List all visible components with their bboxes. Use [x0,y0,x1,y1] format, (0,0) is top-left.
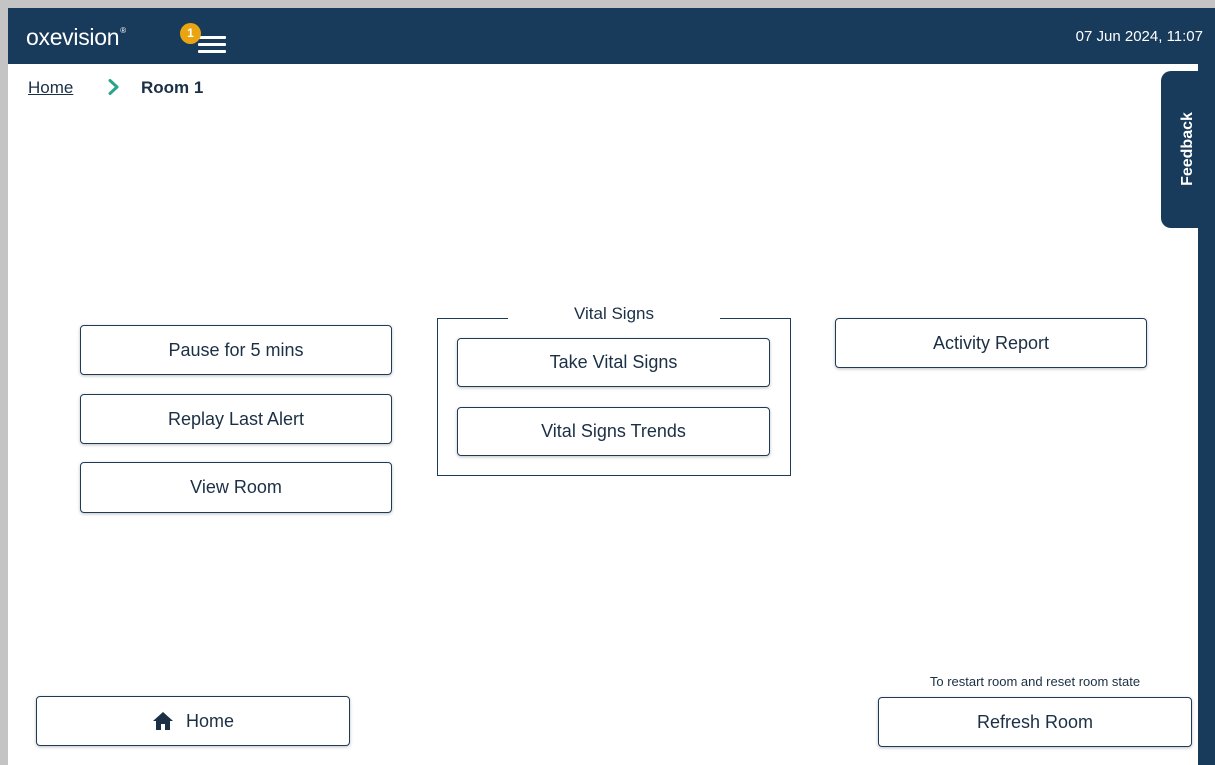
take-vital-signs-button[interactable]: Take Vital Signs [457,338,770,387]
feedback-label: Feedback [1179,112,1196,186]
breadcrumb-home-link[interactable]: Home [28,78,73,98]
breadcrumb-current-room: Room 1 [141,78,204,97]
refresh-room-button[interactable]: Refresh Room [878,697,1192,747]
menu-button[interactable]: 1 [176,18,226,58]
current-datetime: 07 Jun 2024, 11:07 [1075,28,1203,45]
home-button-label: Home [185,710,234,731]
chevron-right-icon [108,79,119,95]
home-button[interactable]: Home [36,696,350,746]
vital-signs-group-label: Vital Signs [508,304,720,324]
replay-last-alert-button[interactable]: Replay Last Alert [80,394,392,444]
vital-signs-trends-button[interactable]: Vital Signs Trends [457,407,770,456]
activity-report-button[interactable]: Activity Report [835,318,1147,368]
window-frame-left [0,0,8,765]
right-edge-bar [1198,64,1215,765]
logo-text: oxevision [26,24,120,50]
view-room-button[interactable]: View Room [80,462,392,513]
feedback-tab[interactable]: Feedback [1161,71,1198,228]
home-icon [152,712,173,730]
pause-5-mins-button[interactable]: Pause for 5 mins [80,325,392,375]
brand-logo: oxevision® [26,24,126,51]
top-bar: oxevision® 1 07 Jun 2024, 11:07 [8,8,1215,64]
window-frame-top [0,0,1215,8]
refresh-room-hint: To restart room and reset room state [929,674,1141,689]
hamburger-menu-icon [198,36,226,54]
notification-badge: 1 [180,23,201,44]
logo-registered-mark: ® [120,26,126,35]
